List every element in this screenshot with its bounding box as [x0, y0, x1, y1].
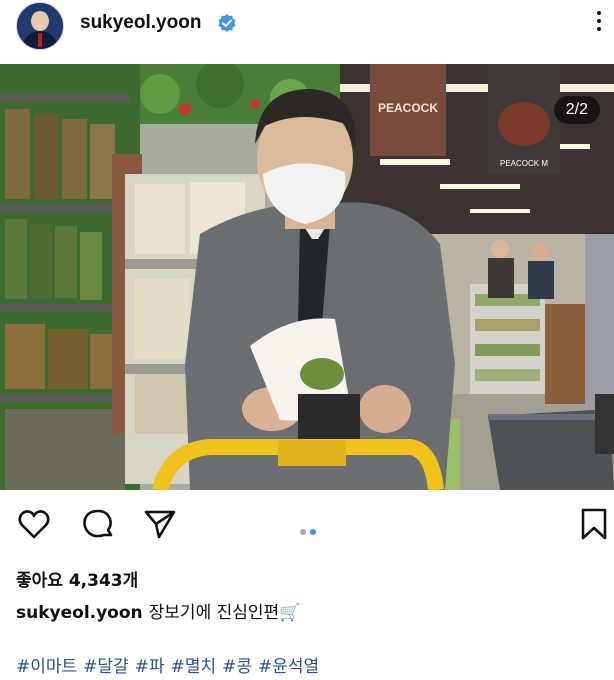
hashtag-item[interactable]: #윤석열: [258, 657, 319, 677]
peacock-sign-text: PEACOCK: [378, 101, 438, 115]
heart-icon[interactable]: [16, 506, 52, 542]
avatar-face: [31, 11, 49, 31]
carousel-counter: 2/2: [553, 96, 600, 124]
more-options-icon[interactable]: [594, 11, 604, 37]
caption-username[interactable]: sukyeol.yoon: [16, 603, 143, 623]
post-username[interactable]: sukyeol.yoon: [80, 12, 201, 34]
post-header: sukyeol.yoon: [0, 0, 614, 64]
hashtag-item[interactable]: #이마트: [16, 657, 77, 677]
verified-badge-icon: [218, 14, 236, 32]
bookmark-icon[interactable]: [576, 506, 612, 542]
post-caption: sukyeol.yoon 장보기에 진심인편🛒: [16, 598, 300, 623]
like-count[interactable]: 좋아요 4,343개: [16, 566, 138, 591]
hashtag-item[interactable]: #콩: [222, 657, 252, 677]
hashtag-item[interactable]: #파: [135, 657, 165, 677]
peacock-sign-small-text: PEACOCK M: [500, 159, 548, 168]
caption-text: 장보기에 진심인편🛒: [148, 603, 301, 623]
avatar-tie: [38, 33, 42, 47]
hashtag-list: #이마트 #달걀 #파 #멸치 #콩 #윤석열: [16, 652, 325, 677]
carousel-dot-2: [310, 529, 316, 535]
profile-avatar[interactable]: [16, 2, 64, 50]
supermarket-scene-image: PEACOCK PEACOCK M: [0, 64, 614, 490]
carousel-dots: [300, 520, 330, 535]
hashtag-item[interactable]: #달걀: [83, 657, 129, 677]
carousel-dot-1: [300, 529, 306, 535]
comment-icon[interactable]: [80, 506, 116, 542]
send-icon[interactable]: [142, 506, 178, 542]
post-photo[interactable]: PEACOCK PEACOCK M 2/2: [0, 64, 614, 490]
action-bar: [0, 498, 614, 554]
hashtag-item[interactable]: #멸치: [171, 657, 217, 677]
